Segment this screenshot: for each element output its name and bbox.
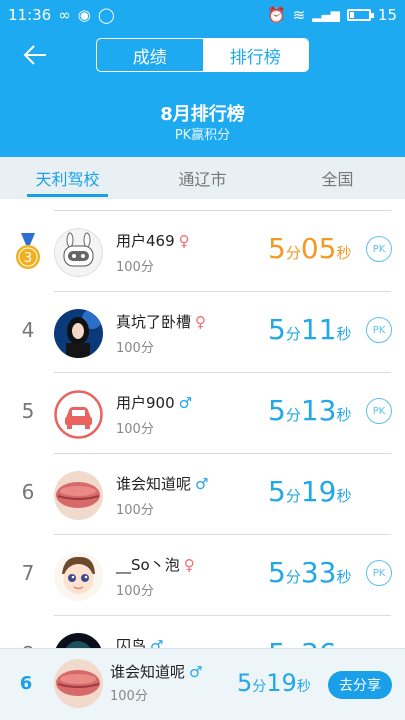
divider bbox=[54, 453, 391, 454]
status-bar: 11:36 ∞ ◉ ◯ ⏰ ≋ ▂▄▆ 15 bbox=[0, 0, 405, 30]
divider bbox=[54, 291, 391, 292]
share-button[interactable]: 去分享 bbox=[328, 671, 392, 699]
list-item[interactable]: 4 真坑了卧槽 ♀ 100分 5分11秒 PK bbox=[0, 291, 405, 372]
rank-number: 7 bbox=[21, 561, 35, 585]
battery-icon bbox=[346, 9, 374, 21]
tab-national[interactable]: 全国 bbox=[270, 157, 405, 199]
signal-icon: ▂▄▆ bbox=[312, 8, 340, 22]
rank-number: 4 bbox=[21, 318, 35, 342]
list-item[interactable]: 5 用户900 ♂ 100分 5分13秒 PK bbox=[0, 372, 405, 453]
segment-score[interactable]: 成绩 bbox=[97, 39, 203, 71]
tab-school[interactable]: 天利驾校 bbox=[0, 157, 135, 199]
medal-rank: 3 bbox=[24, 251, 32, 266]
header: 11:36 ∞ ◉ ◯ ⏰ ≋ ▂▄▆ 15 成绩 排行榜 8月排行榜 PK赢积… bbox=[0, 0, 405, 157]
male-icon: ♂ bbox=[150, 636, 164, 649]
car-avatar-icon[interactable] bbox=[54, 390, 103, 439]
avatar[interactable] bbox=[54, 552, 103, 601]
avatar[interactable] bbox=[54, 471, 103, 520]
my-user-name: 谁会知道呢 bbox=[110, 663, 186, 681]
my-rank-number: 6 bbox=[19, 673, 33, 694]
pk-button[interactable]: PK bbox=[366, 236, 392, 262]
user-name: 谁会知道呢 bbox=[116, 475, 192, 493]
avatar[interactable] bbox=[54, 633, 103, 648]
list-item[interactable]: 6 谁会知道呢 ♂ 100分 5分19秒 bbox=[0, 453, 405, 534]
rank-number: 6 bbox=[21, 480, 35, 504]
user-name: __So丶泡 bbox=[116, 556, 180, 574]
female-icon: ♀ bbox=[195, 312, 207, 331]
male-icon: ♂ bbox=[195, 474, 209, 493]
infinity-icon: ∞ bbox=[58, 6, 71, 24]
list-item[interactable]: 3 用户469 ♀ 100分 5分05秒 PK bbox=[0, 210, 405, 291]
divider bbox=[54, 210, 391, 211]
app-icon: ◉ bbox=[77, 6, 91, 24]
divider bbox=[54, 534, 391, 535]
finish-time: 5分19秒 bbox=[268, 475, 352, 508]
avatar[interactable] bbox=[54, 228, 103, 277]
male-icon: ♂ bbox=[178, 393, 193, 412]
page-subtitle: PK赢积分 bbox=[174, 128, 231, 143]
clock: 11:36 bbox=[8, 6, 52, 24]
female-icon: ♀ bbox=[183, 555, 195, 574]
back-arrow-icon[interactable] bbox=[20, 40, 50, 70]
search-app-icon: ◯ bbox=[97, 6, 115, 24]
user-score: 100分 bbox=[116, 422, 154, 437]
finish-time: 5分05秒 bbox=[268, 232, 352, 265]
rank-number: 5 bbox=[21, 399, 35, 423]
list-item[interactable]: 7 __So丶泡 ♀ 100分 5分33秒 PK bbox=[0, 534, 405, 615]
my-score: 100分 bbox=[110, 689, 148, 704]
pk-button[interactable]: PK bbox=[366, 560, 392, 586]
scope-tabs: 天利驾校 通辽市 全国 bbox=[0, 157, 405, 199]
tab-city[interactable]: 通辽市 bbox=[135, 157, 270, 199]
finish-time: 5分33秒 bbox=[268, 556, 352, 589]
my-finish-time: 5分19秒 bbox=[237, 669, 311, 697]
divider bbox=[54, 372, 391, 373]
battery-level: 15 bbox=[377, 6, 397, 24]
user-name: 用户900 bbox=[116, 394, 175, 412]
avatar[interactable] bbox=[54, 309, 103, 358]
user-score: 100分 bbox=[116, 341, 154, 356]
pk-button[interactable]: PK bbox=[366, 398, 392, 424]
user-name: 囚鸟 bbox=[116, 637, 147, 648]
finish-time: 5分36秒 bbox=[268, 637, 352, 648]
divider bbox=[54, 615, 391, 616]
user-score: 100分 bbox=[116, 260, 154, 275]
segment-leaderboard[interactable]: 排行榜 bbox=[202, 39, 308, 71]
page-title: 8月排行榜 bbox=[160, 104, 245, 125]
pk-button[interactable]: PK bbox=[366, 317, 392, 343]
user-name: 真坑了卧槽 bbox=[116, 313, 192, 331]
list-item[interactable]: 8 囚鸟♂ 5分36秒 bbox=[0, 615, 405, 648]
female-icon: ♀ bbox=[178, 231, 190, 250]
wifi-icon: ≋ bbox=[292, 6, 306, 24]
finish-time: 5分13秒 bbox=[268, 394, 352, 427]
my-avatar[interactable] bbox=[54, 659, 103, 708]
male-icon: ♂ bbox=[189, 662, 203, 681]
leaderboard-list[interactable]: 3 用户469 ♀ 100分 5分05秒 PK 4 真坑了卧槽 ♀ 100分 5分1… bbox=[0, 210, 405, 648]
bronze-medal-icon: 3 bbox=[16, 233, 40, 269]
user-score: 100分 bbox=[116, 584, 154, 599]
my-rank-bar: 6 谁会知道呢 ♂ 100分 5分19秒 去分享 bbox=[0, 648, 405, 720]
user-score: 100分 bbox=[116, 503, 154, 518]
segment-control: 成绩 排行榜 bbox=[96, 38, 309, 72]
user-name: 用户469 bbox=[116, 232, 175, 250]
alarm-icon: ⏰ bbox=[266, 6, 286, 24]
finish-time: 5分11秒 bbox=[268, 313, 352, 346]
